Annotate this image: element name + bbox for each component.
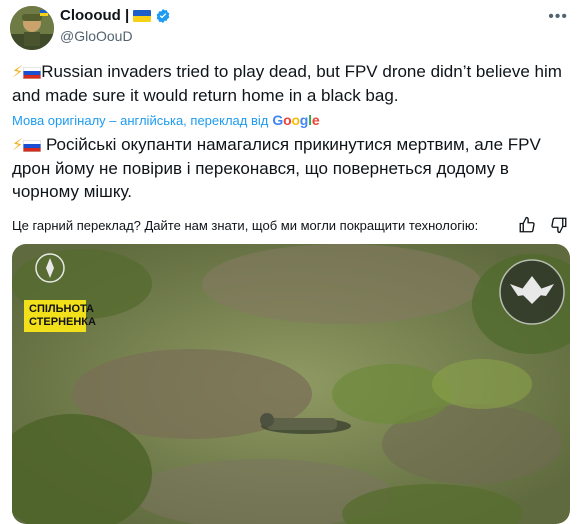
russia-flag-icon [23, 139, 42, 152]
tweet-media-video[interactable]: СПІЛЬНОТА СТЕРНЕНКА [12, 244, 570, 524]
translation-notice-text[interactable]: Мова оригіналу – англійська, переклад ві… [12, 113, 268, 128]
russia-flag-icon [23, 66, 42, 79]
translated-text: ⚡ Російські окупанти намагалися прикинут… [12, 133, 572, 203]
watermark-sticker: СПІЛЬНОТА СТЕРНЕНКА [24, 300, 96, 332]
translated-body: Російські окупанти намагалися прикинутис… [12, 135, 541, 201]
tweet-body: Russian invaders tried to play dead, but… [12, 62, 562, 105]
thumbs-up-icon[interactable] [518, 216, 536, 234]
author-avatar[interactable] [10, 6, 54, 50]
thumbs-down-icon[interactable] [550, 216, 568, 234]
translation-feedback: Це гарний переклад? Дайте нам знати, щоб… [12, 216, 568, 234]
translation-notice[interactable]: Мова оригіналу – англійська, переклад ві… [12, 112, 320, 128]
feedback-prompt: Це гарний переклад? Дайте нам знати, щоб… [12, 217, 479, 233]
ukraine-flag-icon [133, 9, 152, 22]
drone-unit-logo-icon [499, 259, 565, 325]
google-logo: Google [272, 112, 320, 128]
lightning-emoji-icon: ⚡ [12, 64, 24, 81]
more-options-icon[interactable]: ••• [548, 8, 568, 26]
tweet-text: ⚡ Russian invaders tried to play dead, bu… [12, 60, 572, 107]
lightning-emoji-icon: ⚡ [12, 137, 24, 154]
verified-badge-icon [156, 8, 170, 23]
author-display-name[interactable]: Cloooud | [60, 7, 129, 24]
author-name-row[interactable]: Cloooud | [60, 7, 171, 24]
author-handle[interactable]: @GloOouD [60, 28, 133, 44]
